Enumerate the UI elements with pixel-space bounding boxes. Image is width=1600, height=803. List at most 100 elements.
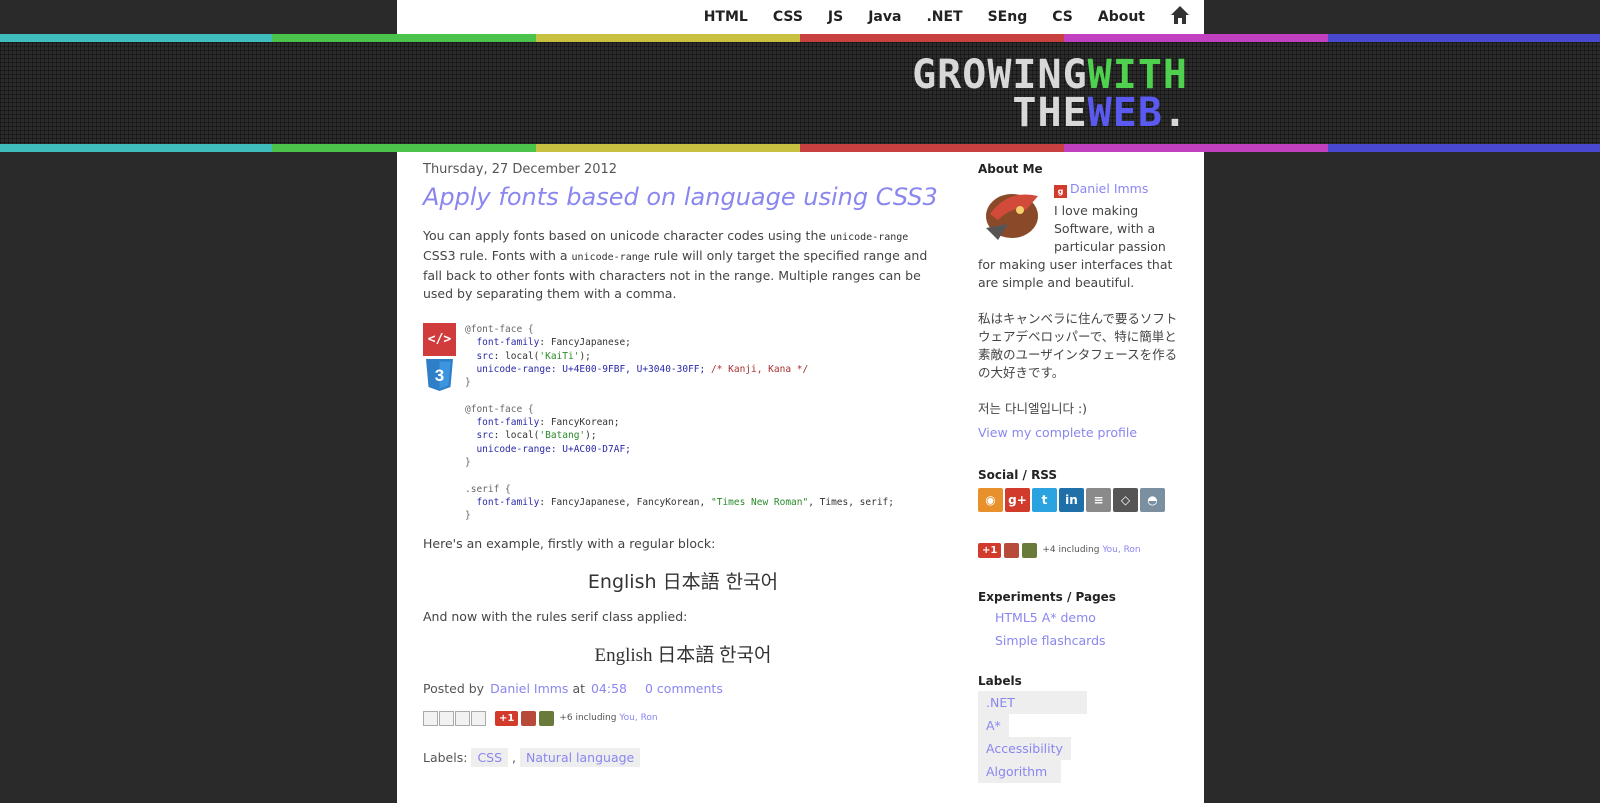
plus-one-note: +4 including You, Ron	[1042, 545, 1140, 555]
blog-share-icon[interactable]	[439, 710, 454, 726]
label-link[interactable]: Natural language	[519, 748, 641, 767]
stripe-segment	[536, 34, 800, 42]
avatar	[521, 710, 537, 726]
nav-item-js[interactable]: JS	[828, 9, 843, 25]
google-plus-icon[interactable]: g+	[1005, 488, 1030, 512]
code-token: }	[465, 510, 471, 522]
color-stripe-top	[0, 34, 1600, 42]
author-link[interactable]: Daniel Imms	[490, 681, 568, 696]
stripe-segment	[0, 144, 272, 152]
logo-line-1: GROWINGWITH	[912, 55, 1188, 95]
code-token: }	[465, 377, 471, 389]
nav-item-about[interactable]: About	[1098, 9, 1145, 25]
example-regular: English 日本語 한국어	[587, 571, 779, 593]
profile-avatar[interactable]	[978, 184, 1046, 244]
html-code-icon: </>	[423, 323, 456, 356]
comments-link[interactable]: 0 comments	[645, 681, 723, 696]
inline-code: unicode-range	[830, 232, 909, 243]
nav-item-dotnet[interactable]: .NET	[926, 9, 962, 25]
post-labels: Labels: CSS , Natural language	[423, 748, 943, 767]
plus-one-button[interactable]: +1	[495, 710, 519, 726]
social-icons: ◉ g+ t in ≡ ◇ ◓	[978, 488, 1178, 512]
twitter-share-icon[interactable]	[455, 710, 470, 726]
svg-text:3: 3	[435, 366, 444, 385]
sidebar-plus-one: +1 +4 including You, Ron	[978, 542, 1178, 558]
code-token: src	[476, 350, 494, 362]
code-token: , Times, serif;	[808, 496, 894, 508]
view-profile-link[interactable]: View my complete profile	[978, 424, 1178, 442]
code-token: /* Kanji, Kana */	[710, 363, 809, 375]
text: CSS3 rule. Fonts with a	[423, 248, 572, 263]
label-link[interactable]: Algorithm	[986, 764, 1047, 779]
code-token: }	[465, 456, 471, 468]
label-link[interactable]: A*	[986, 718, 1001, 733]
rss-icon[interactable]: ◉	[978, 488, 1003, 512]
site-logo[interactable]: GROWINGWITH THEWEB.	[912, 55, 1188, 133]
logo-text: WEB	[1087, 90, 1163, 136]
text: You can apply fonts based on unicode cha…	[423, 228, 831, 243]
stripe-segment	[1064, 34, 1328, 42]
code-token: 'KaiTi'	[539, 350, 580, 362]
nav-item-java[interactable]: Java	[868, 9, 901, 25]
linkedin-icon[interactable]: in	[1059, 488, 1084, 512]
label-link[interactable]: Accessibility	[986, 741, 1063, 756]
plus-one-names-link[interactable]: You, Ron	[619, 713, 657, 723]
stripe-segment	[800, 34, 1064, 42]
twitter-icon[interactable]: t	[1032, 488, 1057, 512]
code-token: @font-face {	[465, 324, 534, 335]
plus-one-button[interactable]: +1	[978, 542, 1002, 558]
stripe-segment	[1328, 34, 1600, 42]
plus-one-names-link[interactable]: You, Ron	[1102, 545, 1140, 555]
label-link[interactable]: .NET	[986, 695, 1015, 710]
experiment-link[interactable]: HTML5 A* demo	[995, 610, 1096, 625]
list-item: Algorithm	[978, 760, 1061, 783]
avatar	[539, 710, 555, 726]
code-token: .serif {	[465, 483, 511, 495]
logo-line-2: THEWEB.	[912, 93, 1188, 133]
about-widget: g Daniel Imms I love making Software, wit…	[978, 180, 1178, 442]
example-serif: English 日本語 한국어	[594, 645, 772, 666]
post-title[interactable]: Apply fonts based on language using CSS3	[423, 183, 943, 211]
logo-text: .	[1162, 90, 1188, 136]
list-item: HTML5 A* demo	[978, 606, 1178, 629]
code-listing: @font-face { font-family: FancyJapanese;…	[465, 323, 894, 522]
posted-by-label: Posted by	[423, 681, 485, 696]
post-intro: You can apply fonts based on unicode cha…	[423, 227, 943, 303]
github-icon[interactable]: ◓	[1140, 488, 1165, 512]
author-profile-link[interactable]: Daniel Imms	[1070, 181, 1148, 196]
stripe-segment	[800, 144, 1064, 152]
home-link[interactable]	[1170, 5, 1190, 29]
codepen-icon[interactable]: ◇	[1113, 488, 1138, 512]
code-token: unicode-range	[476, 363, 551, 375]
experiment-link[interactable]: Simple flashcards	[995, 633, 1106, 648]
nav-menu: HTML CSS JS Java .NET SEng CS About	[679, 0, 1190, 34]
post-footer: Posted by Daniel Imms at 04:58 0 comment…	[423, 681, 943, 696]
avatar	[1004, 542, 1020, 558]
text: +4 including	[1042, 545, 1103, 555]
plus-one-note: +6 including You, Ron	[559, 713, 657, 723]
social-heading: Social / RSS	[978, 468, 1058, 482]
label-link[interactable]: CSS	[471, 748, 509, 767]
code-token: : local(	[493, 350, 540, 362]
blog-post: Thursday, 27 December 2012 Apply fonts b…	[423, 162, 943, 767]
sidebar: About Me g Daniel Imms I love making Soft…	[978, 162, 1178, 783]
experiments-heading: Experiments / Pages	[978, 590, 1116, 604]
post-time-link[interactable]: 04:58	[591, 681, 627, 696]
code-token: : FancyJapanese;	[539, 337, 631, 349]
code-token: "Times New Roman"	[710, 496, 809, 508]
facebook-share-icon[interactable]	[471, 710, 486, 726]
about-korean: 저는 다니엘입니다 :)	[978, 401, 1088, 416]
stripe-segment	[1328, 144, 1600, 152]
nav-item-seng[interactable]: SEng	[988, 9, 1028, 25]
stackoverflow-icon[interactable]: ≡	[1086, 488, 1111, 512]
code-token: font-family	[476, 496, 540, 508]
nav-item-html[interactable]: HTML	[704, 9, 748, 25]
text: +6 including	[559, 713, 620, 723]
experiments-list: HTML5 A* demo Simple flashcards	[978, 606, 1178, 652]
code-token: );	[585, 430, 597, 442]
nav-item-cs[interactable]: CS	[1052, 9, 1073, 25]
code-token: font-family	[476, 337, 540, 349]
nav-item-css[interactable]: CSS	[773, 9, 803, 25]
code-sample: </> 3 @font-face { font-family: FancyJap…	[423, 323, 943, 529]
email-share-icon[interactable]	[423, 710, 438, 726]
